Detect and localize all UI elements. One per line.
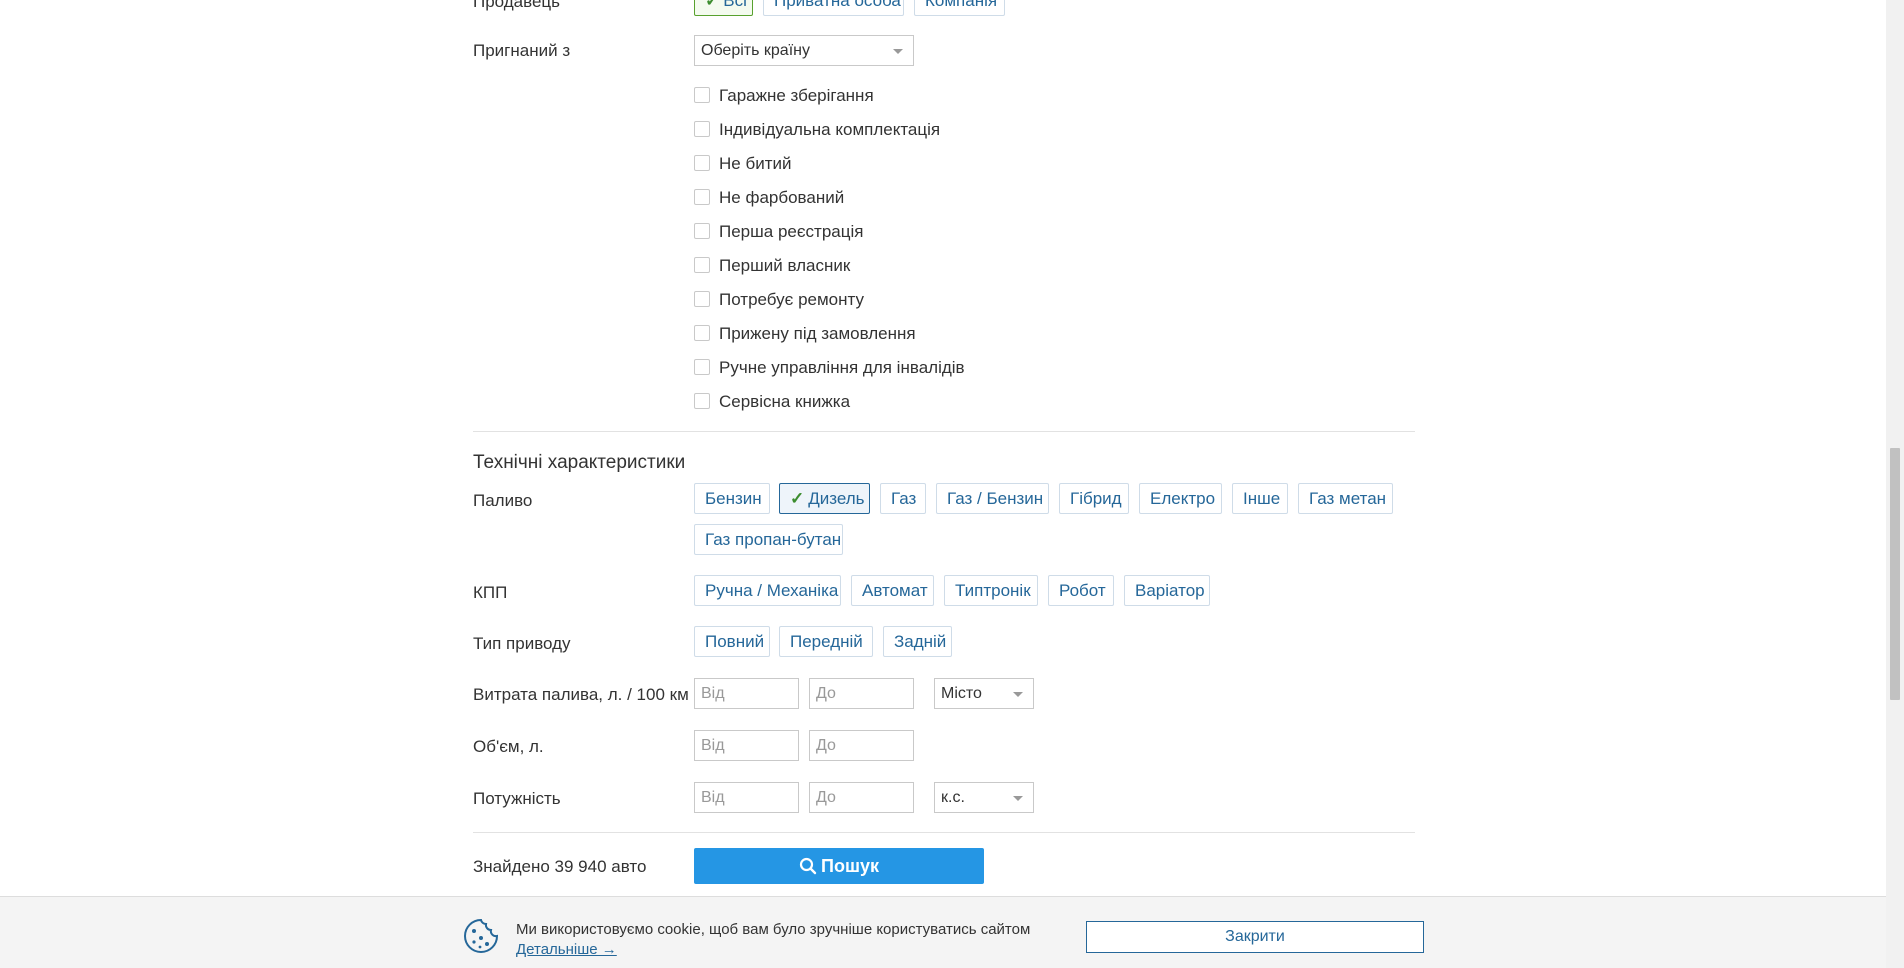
page-scrollbar[interactable] xyxy=(1886,0,1904,968)
check-icon: ✓ xyxy=(790,489,805,508)
fuel-option-other[interactable]: Інше xyxy=(1232,483,1288,514)
checkbox-box[interactable] xyxy=(694,223,710,239)
drive-option-rear[interactable]: Задній xyxy=(883,626,952,657)
cookie-banner: Ми використовуємо cookie, щоб вам було з… xyxy=(0,896,1886,968)
gearbox-option-robot[interactable]: Робот xyxy=(1048,575,1114,606)
search-filters-page: Продавець ✓ Всі Приватна особа Компанія П… xyxy=(0,0,1886,968)
fuel-option-hybrid[interactable]: Гібрид xyxy=(1059,483,1129,514)
checkbox-label: Потребує ремонту xyxy=(719,290,864,309)
imported-from-label: Пригнаний з xyxy=(473,41,571,60)
checkbox-label: Прижену під замовлення xyxy=(719,324,916,343)
consumption-to-input[interactable]: До xyxy=(809,678,914,709)
chevron-down-icon xyxy=(1013,796,1023,801)
section-divider xyxy=(473,431,1415,432)
checkbox-box[interactable] xyxy=(694,257,710,273)
gearbox-option-automatic[interactable]: Автомат xyxy=(851,575,934,606)
volume-from-input[interactable]: Від xyxy=(694,730,799,761)
power-unit-select[interactable]: к.с. xyxy=(934,782,1034,813)
volume-to-input[interactable]: До xyxy=(809,730,914,761)
seller-option-private[interactable]: Приватна особа xyxy=(763,0,904,16)
seller-option-company[interactable]: Компанія xyxy=(914,0,1005,16)
power-to-input[interactable]: До xyxy=(809,782,914,813)
chevron-down-icon xyxy=(893,49,903,54)
scrollbar-thumb[interactable] xyxy=(1890,448,1900,700)
consumption-mode-select[interactable]: Місто xyxy=(934,678,1034,709)
checkbox-label: Перший власник xyxy=(719,256,851,275)
drive-option-front[interactable]: Передній xyxy=(779,626,873,657)
gearbox-option-manual[interactable]: Ручна / Механіка xyxy=(694,575,841,606)
results-count: Знайдено 39 940 авто xyxy=(473,857,647,876)
checkbox-box[interactable] xyxy=(694,189,710,205)
checkbox-label: Гаражне зберігання xyxy=(719,86,874,105)
gearbox-option-variator[interactable]: Варіатор xyxy=(1124,575,1210,606)
checkbox-box[interactable] xyxy=(694,87,710,103)
checkbox-box[interactable] xyxy=(694,121,710,137)
checkbox-label: Не битий xyxy=(719,154,792,173)
checkbox-box[interactable] xyxy=(694,325,710,341)
volume-label: Об'єм, л. xyxy=(473,737,544,756)
checkbox-box[interactable] xyxy=(694,393,710,409)
drive-option-all[interactable]: Повний xyxy=(694,626,770,657)
check-icon: ✓ xyxy=(705,0,720,10)
checkbox-label: Індивідуальна комплектація xyxy=(719,120,941,139)
cookie-details-link[interactable]: Детальніше → xyxy=(516,941,617,958)
consumption-from-input[interactable]: Від xyxy=(694,678,799,709)
chevron-down-icon xyxy=(1013,692,1023,697)
fuel-label: Паливо xyxy=(473,491,533,510)
consumption-label: Витрата палива, л. / 100 км xyxy=(473,685,689,704)
section-divider xyxy=(473,832,1415,833)
fuel-option-gas-petrol[interactable]: Газ / Бензин xyxy=(936,483,1049,514)
checkbox-label: Перша реєстрація xyxy=(719,222,864,241)
fuel-option-propane-butane[interactable]: Газ пропан-бутан xyxy=(694,524,843,555)
search-button[interactable]: Пошук xyxy=(694,848,984,884)
checkbox-box[interactable] xyxy=(694,359,710,375)
fuel-option-electric[interactable]: Електро xyxy=(1139,483,1222,514)
power-label: Потужність xyxy=(473,789,561,808)
checkbox-label: Ручне управління для інвалідів xyxy=(719,358,965,377)
fuel-option-petrol[interactable]: Бензин xyxy=(694,483,770,514)
checkbox-label: Сервісна книжка xyxy=(719,392,851,411)
fuel-option-diesel[interactable]: ✓ Дизель xyxy=(779,483,870,514)
search-icon xyxy=(799,857,817,875)
seller-option-all[interactable]: ✓ Всі xyxy=(694,0,753,16)
cookie-icon xyxy=(464,918,499,953)
checkbox-label: Не фарбований xyxy=(719,188,845,207)
drive-label: Тип приводу xyxy=(473,634,571,653)
section-title-technical: Технічні характеристики xyxy=(473,452,686,473)
gearbox-label: КПП xyxy=(473,583,508,602)
country-select[interactable]: Оберіть країну xyxy=(694,35,914,66)
fuel-option-gas[interactable]: Газ xyxy=(880,483,926,514)
cookie-message: Ми використовуємо cookie, щоб вам було з… xyxy=(516,921,1031,938)
seller-label: Продавець xyxy=(473,0,561,11)
fuel-option-methane[interactable]: Газ метан xyxy=(1298,483,1393,514)
gearbox-option-tiptronic[interactable]: Типтронік xyxy=(944,575,1038,606)
checkbox-box[interactable] xyxy=(694,291,710,307)
power-from-input[interactable]: Від xyxy=(694,782,799,813)
cookie-close-button[interactable]: Закрити xyxy=(1086,921,1424,953)
checkbox-box[interactable] xyxy=(694,155,710,171)
